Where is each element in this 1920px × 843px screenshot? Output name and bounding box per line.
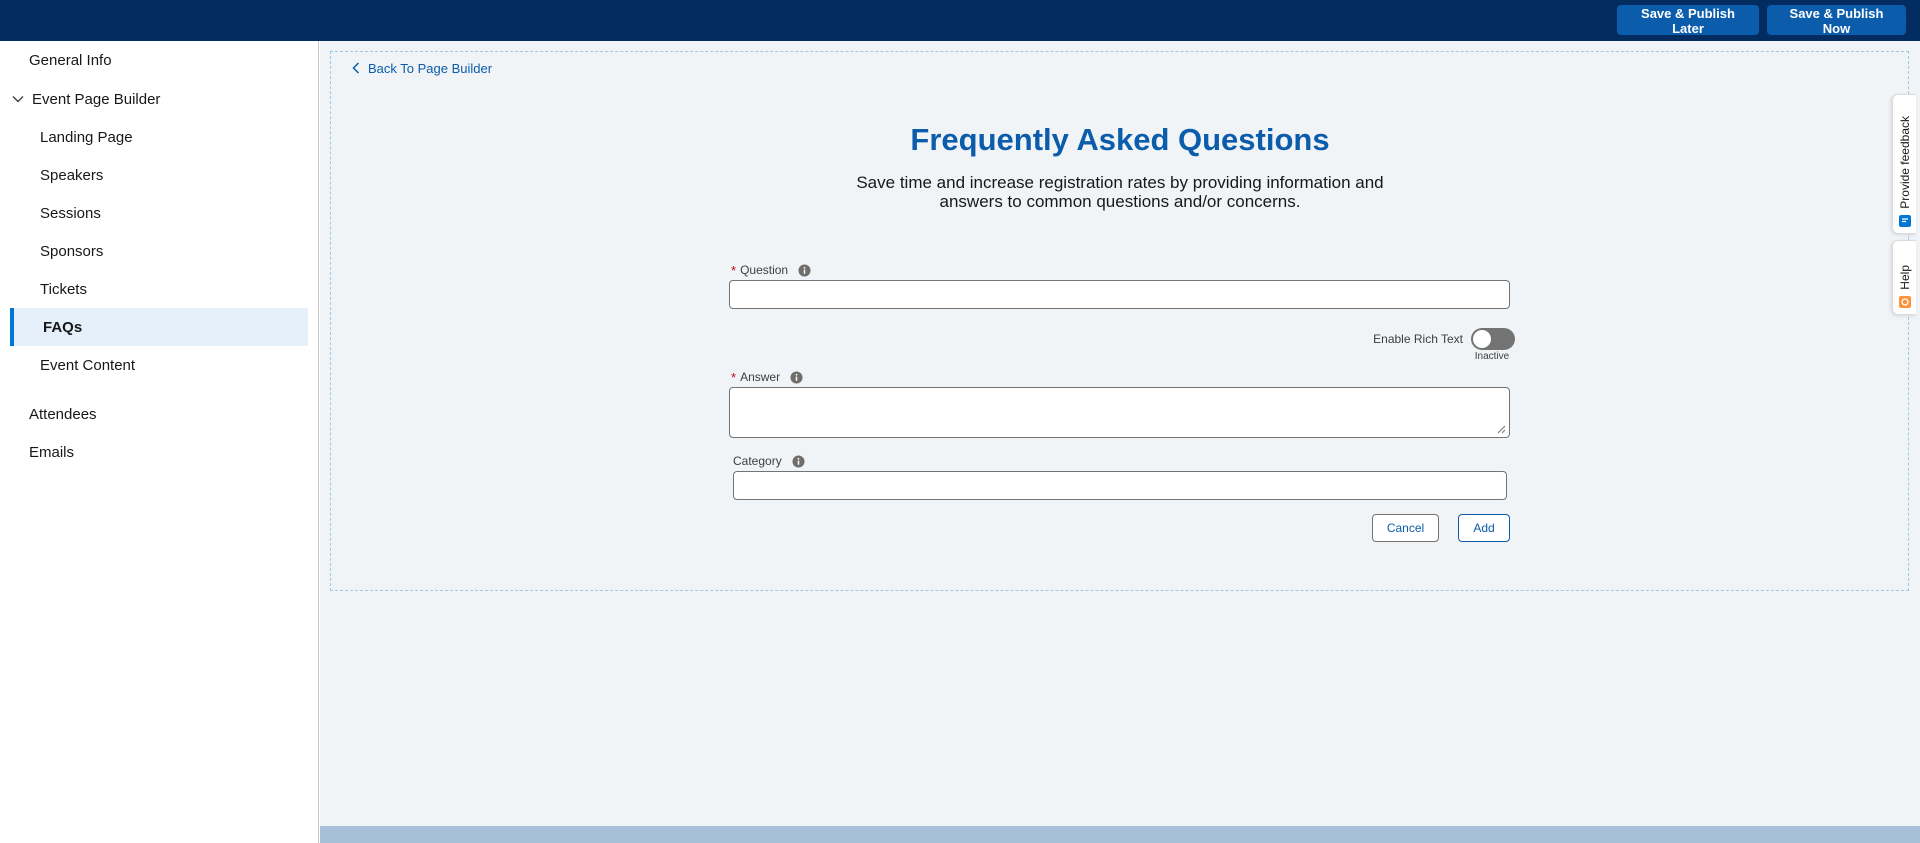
question-input[interactable] [729,280,1510,309]
rich-text-status: Inactive [1474,351,1510,362]
sidebar-item-label: Sponsors [40,242,104,260]
sidebar-item-faqs[interactable]: FAQs [10,308,308,346]
sidebar-item-label: FAQs [43,318,83,336]
help-tab[interactable]: Help [1892,240,1916,315]
sidebar-item-event-content[interactable]: Event Content [0,346,308,384]
question-label: * Question [731,262,811,278]
save-publish-later-button[interactable]: Save & Publish Later [1617,5,1759,36]
back-to-page-builder-link[interactable]: Back To Page Builder [352,59,492,77]
page-subtitle: Save time and increase registration rate… [856,173,1384,211]
info-icon[interactable] [798,263,811,277]
sidebar: General Info Event Page Builder Landing … [0,41,319,843]
sidebar-item-speakers[interactable]: Speakers [0,156,308,194]
answer-textarea[interactable] [729,387,1510,438]
required-marker: * [731,369,737,385]
info-icon[interactable] [792,454,805,468]
category-label: Category [733,453,805,469]
provide-feedback-tab[interactable]: Provide feedback [1892,94,1916,234]
help-icon [1898,296,1911,308]
sidebar-item-attendees[interactable]: Attendees [0,395,308,433]
rich-text-toggle[interactable] [1471,328,1515,350]
footer-bar [320,826,1920,843]
page-title: Frequently Asked Questions [910,122,1330,157]
top-bar: Save & Publish Later Save & Publish Now [0,0,1920,41]
sidebar-item-label: Speakers [40,166,104,184]
chevron-left-icon [352,62,360,74]
sidebar-item-label: Landing Page [40,128,133,146]
info-icon[interactable] [790,370,803,384]
toggle-knob [1473,330,1491,348]
required-marker: * [731,262,737,278]
save-publish-now-button[interactable]: Save & Publish Now [1767,5,1906,36]
sidebar-item-general-info[interactable]: General Info [0,41,308,79]
sidebar-item-label: Attendees [29,405,97,423]
sidebar-item-label: General Info [29,51,112,69]
sidebar-item-emails[interactable]: Emails [0,433,308,471]
answer-label: * Answer [731,369,803,385]
sidebar-item-label: Tickets [40,280,87,298]
provide-feedback-label: Provide feedback [1897,116,1912,209]
enable-rich-text-label: Enable Rich Text [1373,332,1463,346]
sidebar-item-label: Emails [29,443,75,461]
sidebar-item-tickets[interactable]: Tickets [0,270,308,308]
help-label: Help [1897,265,1912,290]
resize-grip-icon[interactable] [1496,424,1506,434]
add-button[interactable]: Add [1458,514,1510,542]
sidebar-item-sponsors[interactable]: Sponsors [0,232,308,270]
sidebar-item-label: Event Content [40,356,136,374]
category-label-text: Category [733,454,782,468]
sidebar-item-label: Sessions [40,204,101,222]
question-label-text: Question [740,263,789,277]
sidebar-item-landing-page[interactable]: Landing Page [0,118,308,156]
answer-label-text: Answer [740,370,781,384]
cancel-button[interactable]: Cancel [1372,514,1439,542]
category-input[interactable] [733,471,1507,500]
sidebar-group-event-page-builder[interactable]: Event Page Builder [0,80,308,118]
back-link-label: Back To Page Builder [368,60,493,76]
sidebar-item-sessions[interactable]: Sessions [0,194,308,232]
chevron-down-icon [12,96,24,103]
feedback-icon [1898,215,1911,227]
sidebar-item-label: Event Page Builder [32,90,161,108]
